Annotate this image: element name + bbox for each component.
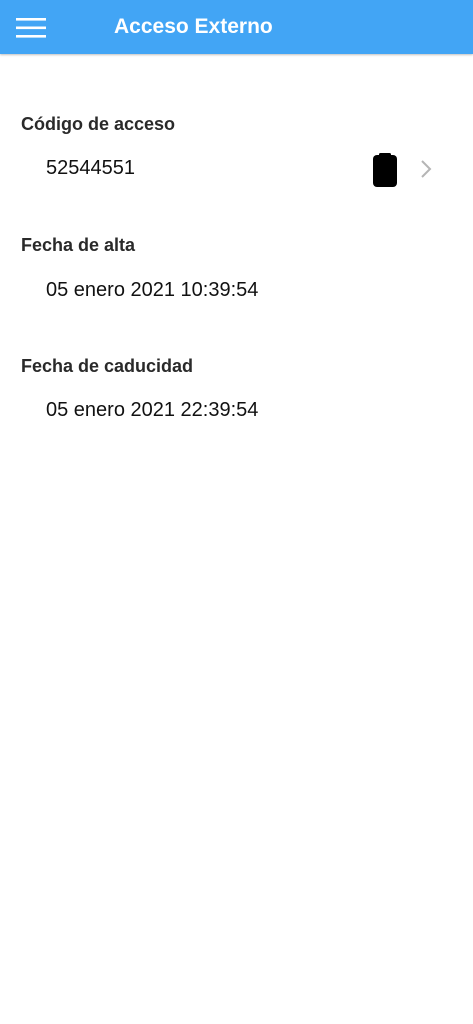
access-code-detail-button[interactable]: [418, 158, 434, 180]
start-date-value: 05 enero 2021 10:39:54: [46, 279, 259, 301]
menu-button[interactable]: [8, 7, 54, 47]
access-code-value: 52544551: [46, 157, 135, 179]
copy-code-button[interactable]: [366, 148, 404, 192]
start-date-label: Fecha de alta: [21, 235, 136, 255]
chevron-right-icon: [421, 160, 432, 178]
expiry-date-value: 05 enero 2021 22:39:54: [46, 399, 259, 421]
page-title: Acceso Externo: [114, 15, 273, 38]
hamburger-menu-icon: [16, 18, 46, 38]
access-code-label: Código de acceso: [21, 114, 176, 134]
app-bar: Acceso Externo: [0, 0, 473, 54]
clipboard-icon: [373, 153, 397, 187]
expiry-date-label: Fecha de caducidad: [21, 356, 194, 376]
